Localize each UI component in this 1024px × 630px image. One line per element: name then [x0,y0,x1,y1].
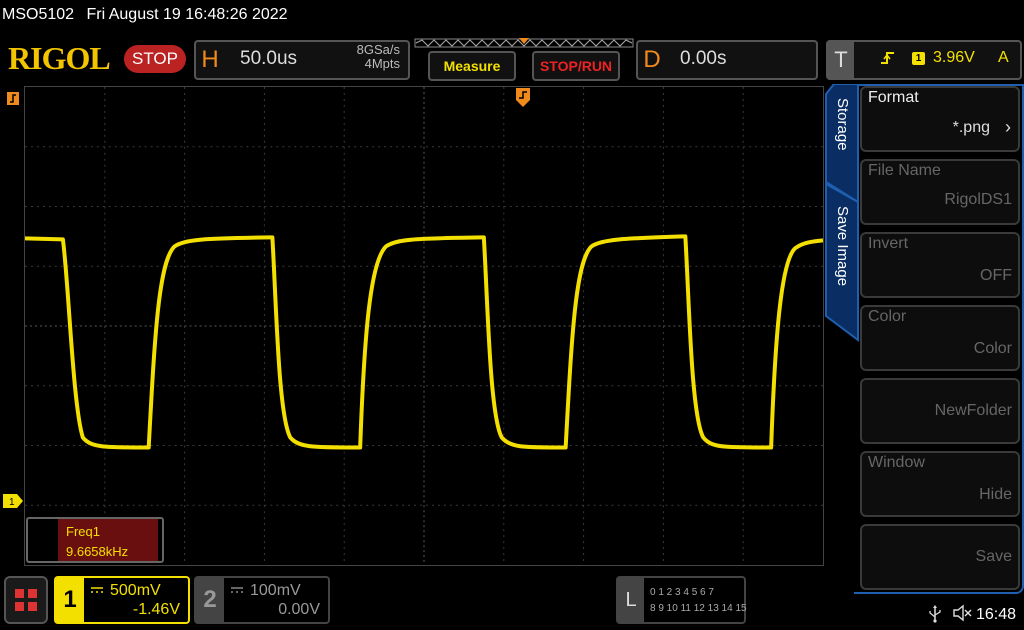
rising-edge-icon [881,52,894,64]
ch1-offset: -1.46V [132,601,180,618]
model-name: MSO5102 [2,6,75,23]
menu-item-save-value: Save [975,548,1012,565]
logic-channels-low: 0 1 2 3 4 5 6 7 [650,587,714,598]
trigger-level-marker-icon[interactable] [7,88,21,106]
measurement-name: Freq1 [66,524,100,539]
logic-label: L [618,578,644,622]
grid-menu-icon [15,589,37,611]
menu-item-format-title: Format [868,89,919,106]
system-clock: 16:48 [976,606,1017,623]
chevron-right-icon: › [1005,117,1011,137]
menu-item-file-name-value: RigolDS1 [944,191,1012,208]
graticule-center [25,87,823,565]
tab-storage-label: Storage [834,98,851,151]
dc-coupling-icon [231,587,243,593]
sample-info: 8GSa/s 4Mpts [340,43,400,71]
menu-item-file-name-title: File Name [868,162,941,179]
waveform-display[interactable] [24,86,824,566]
brand-logo: RIGOL [8,40,111,76]
memory-depth: 4Mpts [364,56,400,71]
sample-rate: 8GSa/s [356,42,400,57]
trigger-level: 3.96V [933,49,975,66]
menu-item-new-folder-value: NewFolder [934,402,1012,419]
tab-save-image[interactable]: Save Image [826,194,858,320]
trigger-position-icon[interactable] [516,88,530,108]
status-line: MSO5102 Fri August 19 16:48:26 2022 [2,6,296,24]
trigger-mode: A [998,49,1009,66]
horizontal-label: H [201,46,219,73]
ch1-scale: 500mV [110,582,161,599]
ch1-number: 1 [56,578,84,622]
main-menu-button[interactable] [4,576,48,624]
menu-item-color-value: Color [973,340,1012,357]
measure-button[interactable]: Measure [428,51,516,81]
tab-storage[interactable]: Storage [826,86,858,192]
logic-channels-high: 8 9 10 11 12 13 14 15 [650,603,747,614]
ch2-scale: 100mV [250,582,301,599]
ch2-number: 2 [196,578,224,622]
speaker-muted-icon[interactable] [952,604,972,622]
stop-run-button[interactable]: STOP/RUN [532,51,620,81]
menu-item-invert-title: Invert [868,235,909,252]
trigger-label: T [828,42,854,78]
menu-item-format-value: *.png [952,119,990,136]
ch1-offset-marker-icon[interactable]: 1 [3,494,23,508]
ch2-offset: 0.00V [278,601,320,618]
dc-coupling-icon [91,587,103,593]
menu-item-window-value: Hide [979,486,1012,503]
delay-label: D [643,46,661,73]
memory-position-strip [414,38,634,48]
ch1-marker-label: 1 [9,497,15,508]
delay-value: 0.00s [680,48,727,69]
menu-item-color-title: Color [868,308,907,325]
menu-item-window-title: Window [868,454,925,471]
measurement-value: 9.6658kHz [66,544,129,559]
timebase-value: 50.0us [240,48,298,69]
trigger-source-badge: 1 [912,52,925,65]
tab-save-image-label: Save Image [834,206,851,287]
usb-icon [929,605,941,623]
menu-item-invert-value: OFF [980,267,1012,284]
run-state-badge[interactable]: STOP [124,45,186,73]
datetime: Fri August 19 16:48:26 2022 [86,6,288,23]
